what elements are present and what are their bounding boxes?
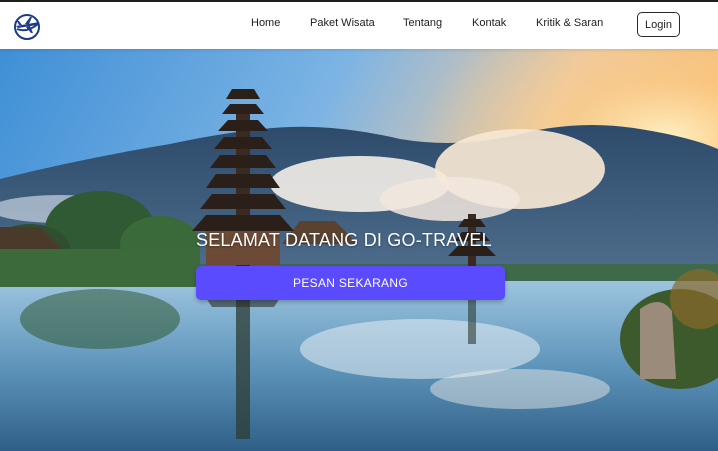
- nav-menu: Home Paket Wisata Tentang Kontak Kritik …: [0, 2, 718, 49]
- order-now-button[interactable]: PESAN SEKARANG: [196, 266, 505, 300]
- hero-banner: SELAMAT DATANG DI GO-TRAVEL PESAN SEKARA…: [0, 49, 718, 451]
- navbar: Home Paket Wisata Tentang Kontak Kritik …: [0, 0, 718, 49]
- nav-tentang[interactable]: Tentang: [403, 17, 442, 29]
- nav-home[interactable]: Home: [251, 17, 280, 29]
- nav-kontak[interactable]: Kontak: [472, 17, 506, 29]
- login-button[interactable]: Login: [637, 12, 680, 37]
- nav-paket-wisata[interactable]: Paket Wisata: [310, 17, 375, 29]
- hero-title: SELAMAT DATANG DI GO-TRAVEL: [196, 230, 492, 250]
- nav-kritik-saran[interactable]: Kritik & Saran: [536, 17, 603, 29]
